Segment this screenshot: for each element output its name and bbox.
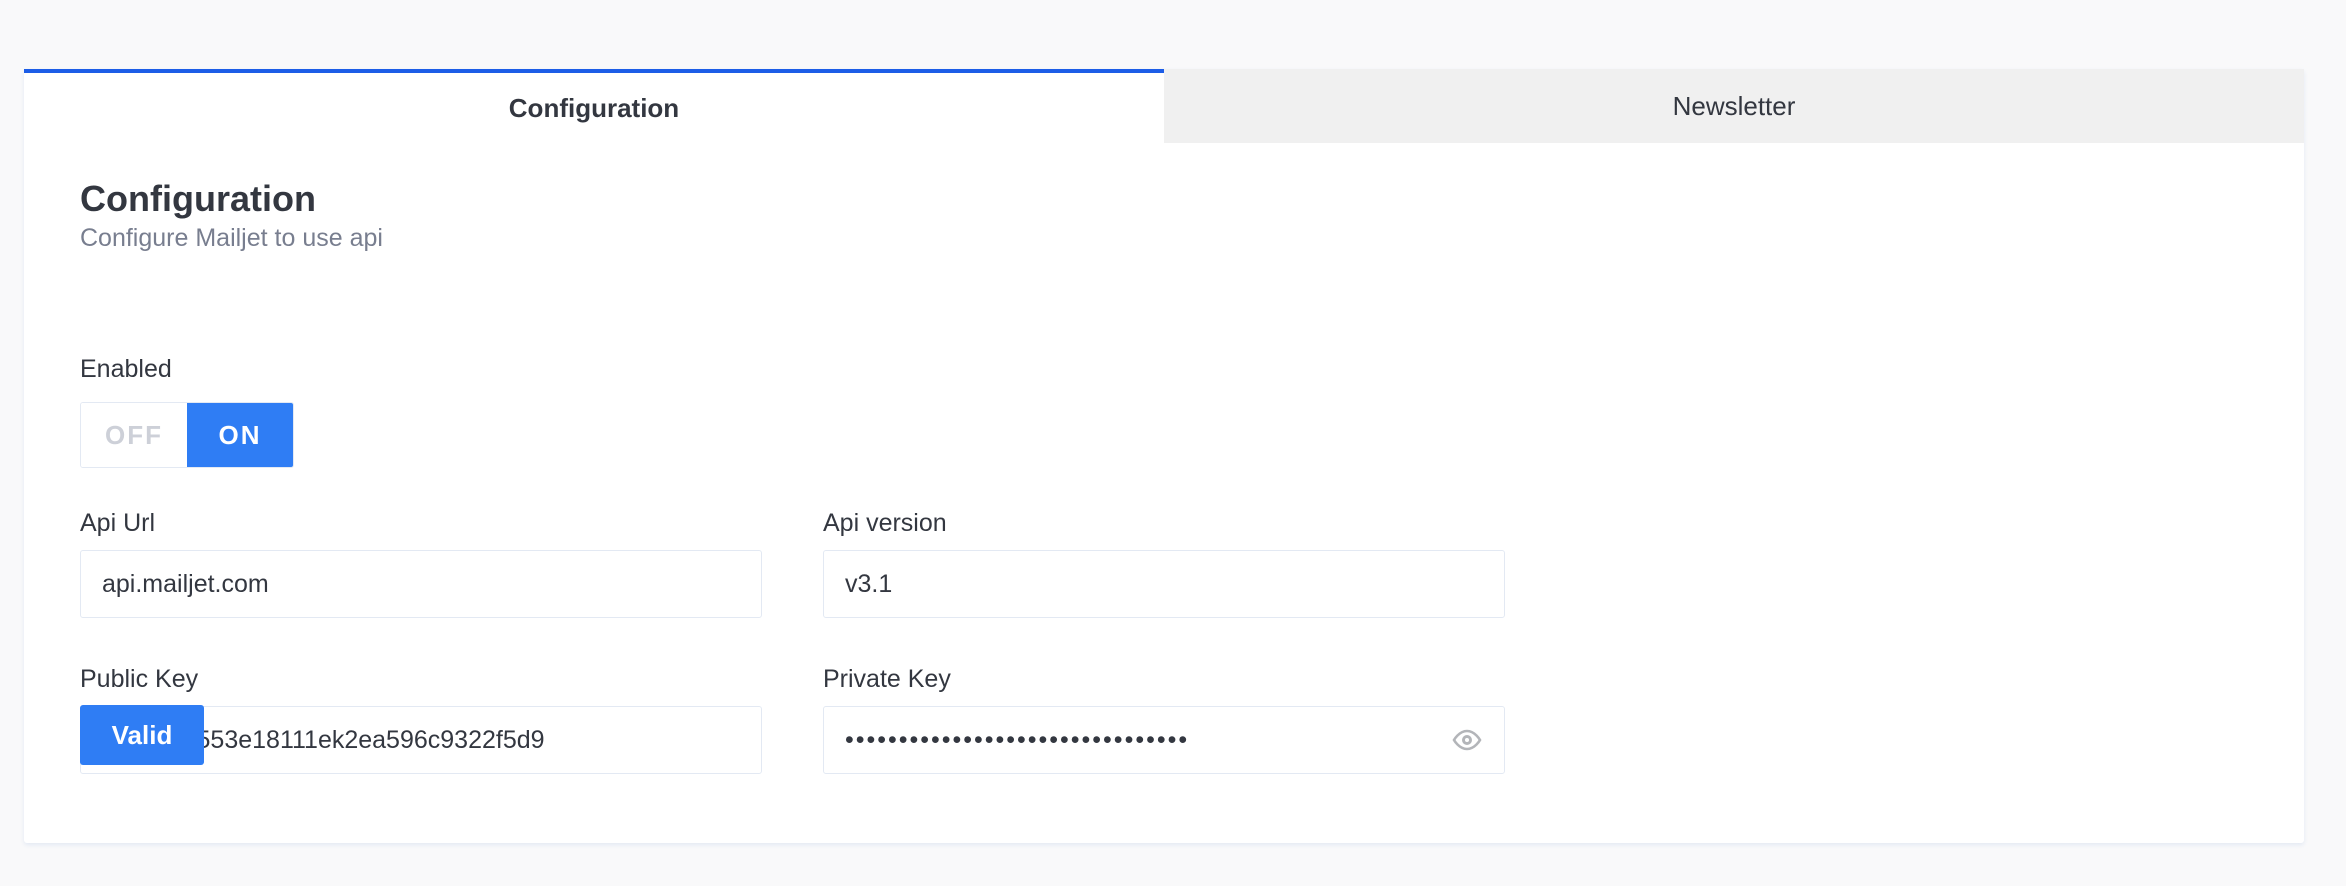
- toggle-off-option[interactable]: OFF: [81, 403, 187, 467]
- api-url-input-box: [80, 550, 762, 618]
- section-subtitle: Configure Mailjet to use api: [80, 224, 383, 252]
- toggle-on-option[interactable]: ON: [187, 403, 293, 467]
- valid-button[interactable]: Valid: [80, 705, 204, 765]
- private-key-input-box: [823, 706, 1505, 774]
- tab-newsletter[interactable]: Newsletter: [1164, 69, 2304, 143]
- public-key-label: Public Key: [80, 665, 199, 693]
- api-version-input-box: [823, 550, 1505, 618]
- api-url-input[interactable]: [102, 569, 740, 599]
- api-url-label: Api Url: [80, 509, 156, 537]
- enabled-toggle[interactable]: OFF ON: [80, 402, 294, 468]
- settings-panel: Configuration Newsletter Configuration C…: [24, 69, 2304, 843]
- enabled-label: Enabled: [80, 355, 172, 383]
- api-version-input[interactable]: [845, 569, 1483, 599]
- api-version-label: Api version: [823, 509, 947, 537]
- configuration-form: Configuration Configure Mailjet to use a…: [80, 178, 2304, 774]
- private-key-input[interactable]: [845, 725, 1443, 755]
- section-title: Configuration: [80, 178, 316, 219]
- tab-configuration[interactable]: Configuration: [24, 69, 1164, 143]
- eye-icon[interactable]: [1451, 729, 1483, 751]
- private-key-label: Private Key: [823, 665, 951, 693]
- tab-bar: Configuration Newsletter: [24, 69, 2304, 143]
